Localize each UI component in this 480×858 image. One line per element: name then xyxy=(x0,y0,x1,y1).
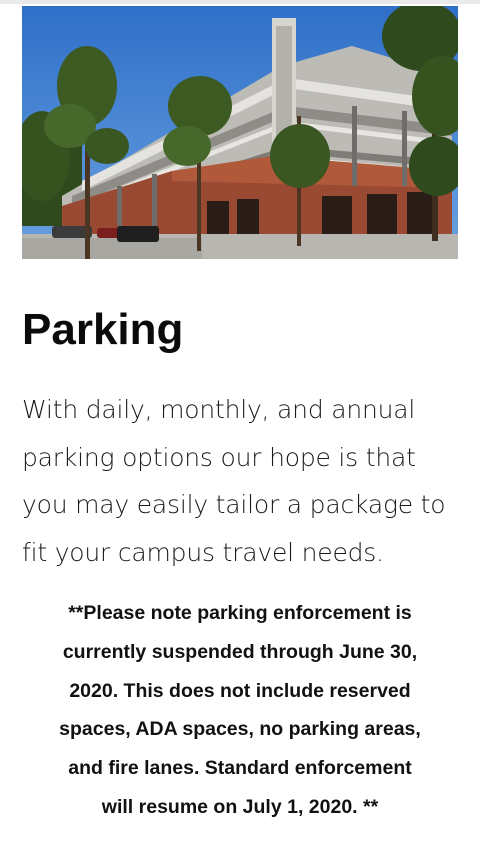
intro-paragraph: With daily, monthly, and annual parking … xyxy=(22,386,462,576)
hero-image xyxy=(22,6,458,259)
intro-line: you may easily tailor a package to xyxy=(22,490,446,519)
top-divider xyxy=(0,0,480,4)
intro-line: parking options our hope is that xyxy=(22,442,416,472)
notice-line: currently suspended through June 30, xyxy=(62,640,418,663)
intro-line: fit your campus travel needs. xyxy=(22,537,384,567)
enforcement-notice: **Please note parking enforcement is cur… xyxy=(22,594,458,827)
page-title: Parking xyxy=(22,305,184,354)
notice-line: will resume on July 1, 2020. ** xyxy=(101,795,379,818)
notice-line: 2020. This does not include reserved xyxy=(69,679,411,702)
intro-line: With daily, monthly, and annual xyxy=(22,395,416,424)
notice-line: and fire lanes. Standard enforcement xyxy=(68,757,412,780)
notice-line: spaces, ADA spaces, no parking areas, xyxy=(59,718,421,741)
notice-line: **Please note parking enforcement is xyxy=(68,602,412,624)
